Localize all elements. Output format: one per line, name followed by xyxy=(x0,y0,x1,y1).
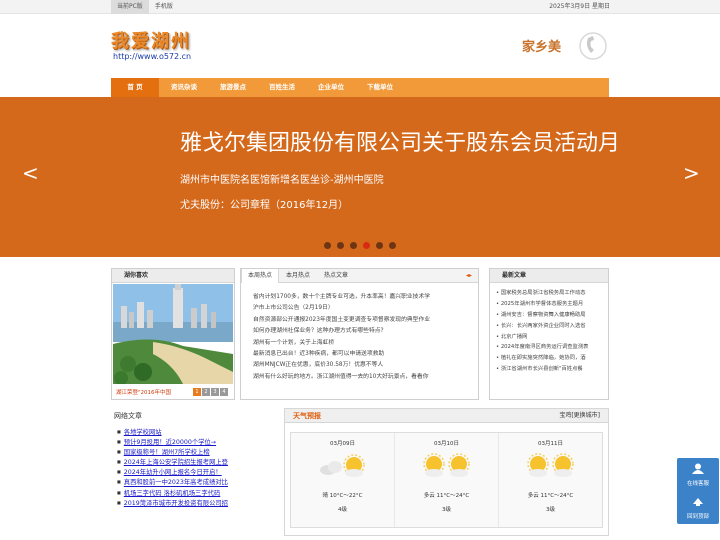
list-item[interactable]: 沪市上市公司公告（2月19日） xyxy=(253,303,430,314)
banner-dot[interactable] xyxy=(324,242,331,249)
site-logo[interactable]: 我爱湖州 xyxy=(111,27,191,53)
date-display: 2025年3月9日 星期日 xyxy=(549,3,610,10)
banner-dots xyxy=(324,242,402,249)
link-item[interactable]: 2024年幼升小网上报名今日开启！ xyxy=(117,467,281,477)
link-item[interactable]: 真西和股前一中2023年高考成绩对比 xyxy=(117,477,281,487)
banner-dot[interactable] xyxy=(350,242,357,249)
banner-line-3[interactable]: 尤夫股份：公司章程（2016年12月） xyxy=(180,196,348,211)
back-to-top-button[interactable]: 回到顶部 xyxy=(677,512,719,520)
sun-cloud-icon xyxy=(422,453,470,477)
hot-articles-box: 本周热点 本月热点 热点文章 ◂▸ 省内计划1700多，数十个主牌专业可选，升本… xyxy=(240,268,479,400)
banner-headline[interactable]: 雅戈尔集团股份有限公司关于股东会员活动月 xyxy=(180,125,620,157)
banner-dot[interactable] xyxy=(376,242,383,249)
list-item[interactable]: 湖州有什么好玩的地方。浙江湖州值得一去的10大好玩景点，看看你 xyxy=(253,372,430,383)
banner-line-2[interactable]: 湖州市中医院名医馆新增名医坐诊-湖州中医院 xyxy=(180,171,384,186)
weather-day: 03月11日 多云 11°C～24°C 3级 xyxy=(499,433,602,527)
list-item[interactable]: • 植礼在即实施突然降临，她协同，酒 xyxy=(496,353,606,364)
photo-box-title: 湖你喜欢 xyxy=(112,269,234,283)
tab-month-hot[interactable]: 本月热点 xyxy=(279,269,317,283)
latest-articles-box: 最新文章 • 国家税务总局浙江省税务局工作动态 • 2025年湖州市学督体态服务… xyxy=(489,268,609,400)
main-nav: 首 页 资讯杂谈 旅游景点 百姓生活 企业单位 下载单位 xyxy=(0,78,720,97)
list-item[interactable]: 湖州MNJCW正在优惠，底价30.58万！优惠不等人 xyxy=(253,360,430,371)
weather-desc: 晴 10°C～22°C xyxy=(322,493,363,499)
pc-version-tab[interactable]: 当前PC版 xyxy=(111,0,149,14)
link-item[interactable]: 2019菏泽市城市开发投资有限公司招 xyxy=(117,498,281,508)
site-header: 我爱湖州 http://www.o572.cn 家乡美 xyxy=(0,15,720,77)
web-articles-box: 网络文章 各地学校网站 预计9月投用！近20000个学位→ 国家级称号！湖州7所… xyxy=(111,408,281,536)
phone-icon xyxy=(579,32,607,60)
weather-wind-level: 3级 xyxy=(442,507,451,513)
slogan-graphic: 家乡美 xyxy=(522,29,608,63)
banner-next-arrow[interactable]: > xyxy=(683,161,700,185)
link-item[interactable]: 国家级称号！湖州7所学校上榜 xyxy=(117,447,281,457)
link-item[interactable]: 各地学校网站 xyxy=(117,427,281,437)
top-bar: 当前PC版 手机版 2025年3月9日 星期日 xyxy=(0,0,720,14)
list-item[interactable]: • 2024年度南浔区商务运行调查监测表 xyxy=(496,342,606,353)
weather-wind-level: 3级 xyxy=(546,507,555,513)
nav-downloads[interactable]: 下载单位 xyxy=(356,78,404,97)
cloud-icon xyxy=(319,454,365,477)
slogan-text: 家乡美 xyxy=(522,40,562,55)
tab-arrows[interactable]: ◂▸ xyxy=(466,269,472,283)
photo-caption[interactable]: 湖江荣登"2016年中国 xyxy=(116,388,171,396)
list-item[interactable]: • 2025年湖州市学督体态服务主题月 xyxy=(496,299,606,310)
weather-day: 03月09日 晴 10°C～22°C 4级 xyxy=(291,433,395,527)
nav-companies[interactable]: 企业单位 xyxy=(307,78,355,97)
list-item[interactable]: 最新消息已出台！近3种疾病，都可以申请送项救助 xyxy=(253,349,430,360)
nav-life[interactable]: 百姓生活 xyxy=(258,78,306,97)
tab-hot-articles[interactable]: 热点文章 xyxy=(317,269,355,283)
nav-home[interactable]: 首 页 xyxy=(111,78,159,97)
photo-pagination: 1 2 3 4 xyxy=(192,388,228,396)
photo-page[interactable]: 2 xyxy=(202,388,210,396)
arrow-up-icon xyxy=(693,498,703,506)
link-item[interactable]: 2024年上海公安学院招生报考网上登 xyxy=(117,457,281,467)
latest-articles-title: 最新文章 xyxy=(490,269,608,283)
photo-page[interactable]: 4 xyxy=(220,388,228,396)
user-icon xyxy=(692,463,704,474)
list-item[interactable]: • 长兴：长兴两家外资企业同时入选省 xyxy=(496,321,606,332)
photo-box: 湖你喜欢 湖江荣登"2016年中国 1 2 3 4 xyxy=(111,268,235,400)
change-city-link[interactable]: 宝鸡[更换城市] xyxy=(559,409,600,423)
hero-banner: < 雅戈尔集团股份有限公司关于股东会员活动月 湖州市中医院名医馆新增名医坐诊-湖… xyxy=(0,97,720,257)
banner-dot-active[interactable] xyxy=(363,242,370,249)
list-item[interactable]: 省内计划1700多，数十个主牌专业可选，升本率高！嘉兴职业技术学 xyxy=(253,292,430,303)
list-item[interactable]: • 湖州安吉：督察物资舞入健康畅助局 xyxy=(496,310,606,321)
list-item[interactable]: • 国家税务总局浙江省税务局工作动态 xyxy=(496,288,606,299)
banner-prev-arrow[interactable]: < xyxy=(22,161,39,185)
floating-toolbar: 在线客服 回到顶部 xyxy=(677,458,719,524)
weather-day: 03月10日 多云 11°C～24°C 3级 xyxy=(395,433,499,527)
weather-date: 03月11日 xyxy=(538,441,563,447)
weather-title: 天气预报 宝鸡[更换城市] xyxy=(285,409,608,423)
site-url[interactable]: http://www.o572.cn xyxy=(113,52,191,61)
list-item[interactable]: • 浙江省湖州市长兴县创新"百姓点餐 xyxy=(496,364,606,375)
nav-travel[interactable]: 旅游景点 xyxy=(209,78,257,97)
mobile-version-tab[interactable]: 手机版 xyxy=(149,0,179,14)
link-item[interactable]: 预计9月投用！近20000个学位→ xyxy=(117,437,281,447)
weather-date: 03月10日 xyxy=(434,441,459,447)
weather-wind-level: 4级 xyxy=(338,507,347,513)
list-item[interactable]: 如何办理湖州社保业务？这种办理方式有哪些特点? xyxy=(253,326,430,337)
banner-dot[interactable] xyxy=(389,242,396,249)
weather-desc: 多云 11°C～24°C xyxy=(527,493,574,499)
list-item[interactable]: • 北京广播网 xyxy=(496,332,606,343)
list-item[interactable]: 湖州有一个计划，关于上海虹桥 xyxy=(253,338,430,349)
nav-news[interactable]: 资讯杂谈 xyxy=(160,78,208,97)
weather-box: 天气预报 宝鸡[更换城市] 03月09日 晴 10°C～22°C 4级 03月1… xyxy=(284,408,609,536)
banner-dot[interactable] xyxy=(337,242,344,249)
tab-week-hot[interactable]: 本周热点 xyxy=(241,269,279,283)
city-photo[interactable] xyxy=(113,284,233,384)
weather-date: 03月09日 xyxy=(330,441,355,447)
link-item[interactable]: 机场三字代码 洛杉矶机场三字代码 xyxy=(117,488,281,498)
weather-desc: 多云 11°C～24°C xyxy=(423,493,470,499)
sun-cloud-icon xyxy=(526,453,574,477)
list-item[interactable]: 自然资源部公开通报2023年度国土变更调查专项督察发现的典型作业 xyxy=(253,315,430,326)
web-articles-title: 网络文章 xyxy=(114,412,142,420)
photo-page[interactable]: 3 xyxy=(211,388,219,396)
photo-page[interactable]: 1 xyxy=(193,388,201,396)
online-service-button[interactable]: 在线客服 xyxy=(677,479,719,487)
